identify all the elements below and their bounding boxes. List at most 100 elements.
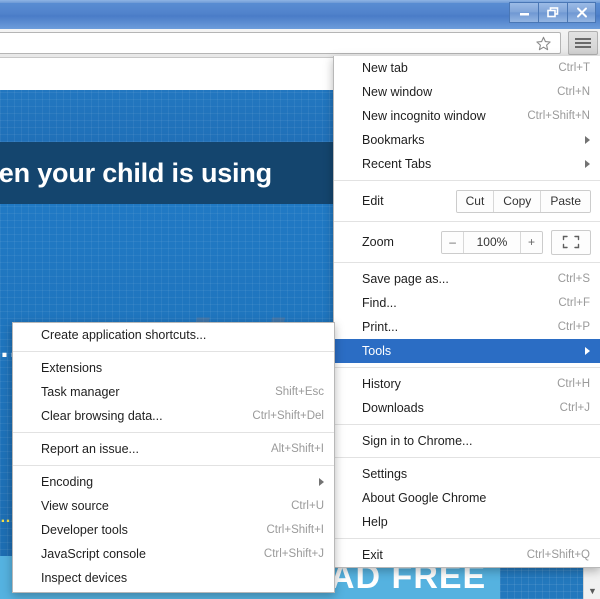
menu-item-label: New window bbox=[362, 85, 433, 99]
chevron-right-icon bbox=[585, 347, 590, 355]
chevron-right-icon bbox=[319, 478, 324, 486]
zoom-row-label: Zoom bbox=[362, 235, 394, 249]
menu-item-tools[interactable]: Tools bbox=[334, 339, 600, 363]
menu-item-settings[interactable]: Settings bbox=[334, 462, 600, 486]
browser-toolbar bbox=[0, 29, 600, 58]
window-controls bbox=[509, 2, 596, 23]
menu-item-accelerator: Ctrl+Shift+Q bbox=[526, 549, 590, 561]
menu-item-accelerator: Ctrl+Shift+Del bbox=[252, 410, 324, 422]
menu-row-edit: Edit Cut Copy Paste bbox=[334, 185, 600, 217]
menu-item-accelerator: Ctrl+Shift+I bbox=[266, 524, 324, 536]
menu-item-label: Print... bbox=[362, 320, 399, 334]
menu-item-accelerator: Ctrl+J bbox=[559, 402, 590, 414]
menu-separator bbox=[13, 351, 334, 352]
chrome-menu-button[interactable] bbox=[568, 31, 598, 55]
menu-item-accelerator: Ctrl+T bbox=[558, 62, 590, 74]
scrollbar-down-arrow-icon[interactable]: ▼ bbox=[584, 586, 600, 596]
menu-item-label: Developer tools bbox=[41, 523, 128, 537]
title-bar bbox=[0, 0, 600, 30]
menu-separator bbox=[334, 367, 600, 368]
menu-item-label: History bbox=[362, 377, 401, 391]
zoom-level-value: 100% bbox=[463, 231, 521, 253]
submenu-item-extensions[interactable]: Extensions bbox=[13, 356, 334, 380]
menu-item-label: Create application shortcuts... bbox=[41, 328, 207, 342]
address-bar[interactable] bbox=[0, 32, 561, 54]
menu-item-bookmarks[interactable]: Bookmarks bbox=[334, 128, 600, 152]
fullscreen-button[interactable] bbox=[551, 229, 591, 255]
hamburger-icon-line bbox=[575, 46, 591, 48]
menu-item-label: JavaScript console bbox=[41, 547, 146, 561]
hamburger-icon-line bbox=[575, 42, 591, 44]
menu-item-accelerator: Shift+Esc bbox=[275, 386, 324, 398]
menu-item-history[interactable]: History Ctrl+H bbox=[334, 372, 600, 396]
bookmark-star-icon[interactable] bbox=[535, 36, 552, 57]
menu-item-print[interactable]: Print... Ctrl+P bbox=[334, 315, 600, 339]
cut-button[interactable]: Cut bbox=[456, 190, 495, 212]
close-button[interactable] bbox=[567, 2, 596, 23]
edit-row-label: Edit bbox=[362, 194, 384, 208]
menu-item-label: Bookmarks bbox=[362, 133, 425, 147]
minimize-button[interactable] bbox=[509, 2, 538, 23]
menu-item-exit[interactable]: Exit Ctrl+Shift+Q bbox=[334, 543, 600, 567]
menu-group-signin: Sign in to Chrome... bbox=[334, 429, 600, 453]
copy-button[interactable]: Copy bbox=[494, 190, 542, 212]
submenu-item-developer-tools[interactable]: Developer tools Ctrl+Shift+I bbox=[13, 518, 334, 542]
menu-item-recent-tabs[interactable]: Recent Tabs bbox=[334, 152, 600, 176]
menu-item-accelerator: Ctrl+F bbox=[558, 297, 590, 309]
submenu-item-report-an-issue[interactable]: Report an issue... Alt+Shift+I bbox=[13, 437, 334, 461]
menu-item-label: Extensions bbox=[41, 361, 103, 375]
menu-group-history: History Ctrl+H Downloads Ctrl+J bbox=[334, 372, 600, 420]
menu-group-page: Save page as... Ctrl+S Find... Ctrl+F Pr… bbox=[334, 267, 600, 363]
submenu-group-developer: Encoding View source Ctrl+U Developer to… bbox=[13, 470, 334, 590]
menu-separator bbox=[334, 180, 600, 181]
menu-item-accelerator: Ctrl+H bbox=[557, 378, 590, 390]
menu-item-label: Encoding bbox=[41, 475, 94, 489]
menu-item-label: New tab bbox=[362, 61, 408, 75]
menu-item-label: Settings bbox=[362, 467, 408, 481]
submenu-item-clear-browsing-data[interactable]: Clear browsing data... Ctrl+Shift+Del bbox=[13, 404, 334, 428]
menu-item-sign-in-to-chrome[interactable]: Sign in to Chrome... bbox=[334, 429, 600, 453]
menu-separator bbox=[13, 432, 334, 433]
menu-item-label: Inspect devices bbox=[41, 571, 128, 585]
menu-item-new-window[interactable]: New window Ctrl+N bbox=[334, 80, 600, 104]
menu-separator bbox=[334, 221, 600, 222]
browser-window: …en your child is using …UR KIDS …e …/, … bbox=[0, 0, 600, 599]
submenu-group-report: Report an issue... Alt+Shift+I bbox=[13, 437, 334, 461]
menu-item-accelerator: Ctrl+N bbox=[557, 86, 590, 98]
submenu-item-encoding[interactable]: Encoding bbox=[13, 470, 334, 494]
menu-item-label: About Google Chrome bbox=[362, 491, 487, 505]
menu-separator bbox=[13, 465, 334, 466]
menu-item-find[interactable]: Find... Ctrl+F bbox=[334, 291, 600, 315]
menu-item-help[interactable]: Help bbox=[334, 510, 600, 534]
submenu-item-create-application-shortcuts[interactable]: Create application shortcuts... bbox=[13, 323, 334, 347]
menu-item-label: Tools bbox=[362, 344, 392, 358]
menu-item-accelerator: Ctrl+P bbox=[557, 321, 590, 333]
menu-item-accelerator: Alt+Shift+I bbox=[270, 443, 324, 455]
menu-item-about-google-chrome[interactable]: About Google Chrome bbox=[334, 486, 600, 510]
menu-item-new-tab[interactable]: New tab Ctrl+T bbox=[334, 56, 600, 80]
menu-item-accelerator: Ctrl+U bbox=[291, 500, 324, 512]
submenu-item-task-manager[interactable]: Task manager Shift+Esc bbox=[13, 380, 334, 404]
menu-item-label: Sign in to Chrome... bbox=[362, 434, 473, 448]
chrome-main-menu: New tab Ctrl+T New window Ctrl+N New inc… bbox=[333, 56, 600, 568]
zoom-out-button[interactable]: – bbox=[442, 231, 464, 253]
menu-separator bbox=[334, 262, 600, 263]
paste-button[interactable]: Paste bbox=[541, 190, 590, 212]
submenu-item-javascript-console[interactable]: JavaScript console Ctrl+Shift+J bbox=[13, 542, 334, 566]
menu-item-accelerator: Ctrl+Shift+J bbox=[263, 548, 324, 560]
menu-group-settings: Settings About Google Chrome Help bbox=[334, 462, 600, 534]
menu-row-zoom: Zoom – 100% + bbox=[334, 226, 600, 258]
restore-button[interactable] bbox=[538, 2, 567, 23]
submenu-item-inspect-devices[interactable]: Inspect devices bbox=[13, 566, 334, 590]
menu-item-save-page-as[interactable]: Save page as... Ctrl+S bbox=[334, 267, 600, 291]
chevron-right-icon bbox=[585, 136, 590, 144]
zoom-in-button[interactable]: + bbox=[520, 231, 542, 253]
submenu-item-view-source[interactable]: View source Ctrl+U bbox=[13, 494, 334, 518]
menu-item-downloads[interactable]: Downloads Ctrl+J bbox=[334, 396, 600, 420]
submenu-group-manage: Extensions Task manager Shift+Esc Clear … bbox=[13, 356, 334, 428]
page-banner-headline: …en your child is using bbox=[0, 157, 272, 188]
menu-item-accelerator: Ctrl+S bbox=[557, 273, 590, 285]
menu-item-new-incognito-window[interactable]: New incognito window Ctrl+Shift+N bbox=[334, 104, 600, 128]
menu-item-label: Report an issue... bbox=[41, 442, 139, 456]
menu-item-label: Recent Tabs bbox=[362, 157, 432, 171]
